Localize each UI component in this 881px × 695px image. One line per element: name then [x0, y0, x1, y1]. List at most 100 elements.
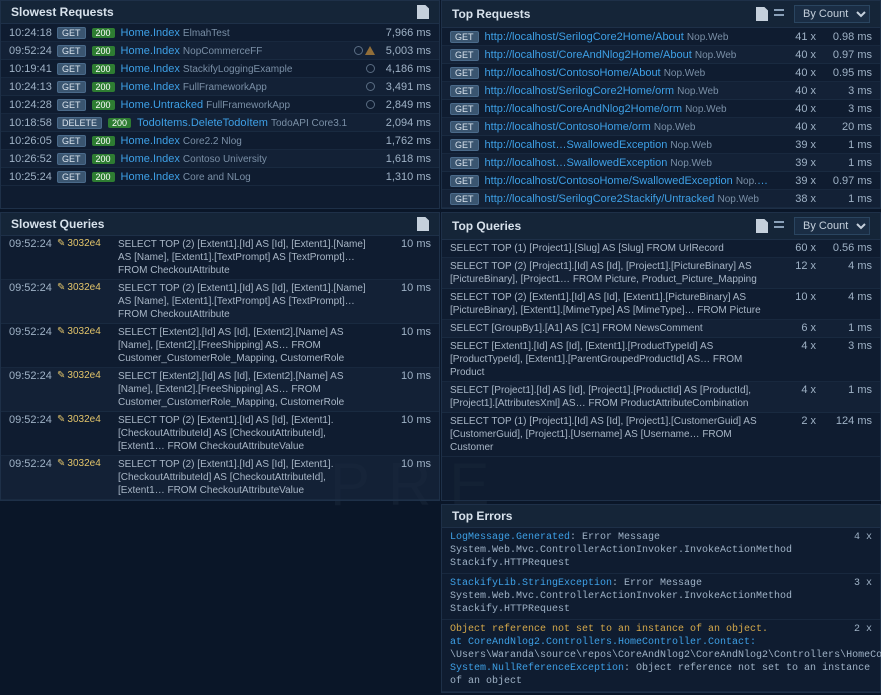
- error-row[interactable]: 4 xLogMessage.Generated: Error MessageSy…: [442, 528, 880, 574]
- error-row[interactable]: 2 xObject reference not set to an instan…: [442, 620, 880, 692]
- sort-select[interactable]: By Count: [794, 217, 870, 235]
- panel-top-errors: Top Errors 4 xLogMessage.Generated: Erro…: [441, 504, 881, 693]
- http-method-badge: DELETE: [57, 117, 102, 129]
- commit-hash[interactable]: 3032e4: [57, 326, 112, 337]
- request-row[interactable]: 10:24:18GET200Home.Index ElmahTest7,966 …: [1, 24, 439, 42]
- request-link[interactable]: http://localhost/ContosoHome/SwallowedEx…: [485, 175, 776, 187]
- error-text: : Error Message: [570, 532, 660, 543]
- request-link[interactable]: Home.Untracked FullFrameworkApp: [121, 99, 360, 111]
- duration-cell: 2,094 ms: [381, 117, 431, 129]
- request-row[interactable]: 10:25:24GET200Home.Index Core and NLog1,…: [1, 168, 439, 186]
- request-link[interactable]: TodoItems.DeleteTodoItem TodoAPI Core3.1: [137, 117, 369, 129]
- request-link[interactable]: http://localhost…SwallowedException Nop.…: [485, 157, 776, 169]
- sort-icon[interactable]: [774, 221, 788, 231]
- query-row[interactable]: 09:52:243032e4SELECT TOP (2) [Extent1].[…: [1, 412, 439, 456]
- commit-hash[interactable]: 3032e4: [57, 282, 112, 293]
- commit-hash[interactable]: 3032e4: [57, 238, 112, 249]
- query-row[interactable]: SELECT TOP (2) [Extent1].[Id] AS [Id], […: [442, 289, 880, 320]
- request-link[interactable]: http://localhost/CoreAndNlog2Home/orm No…: [485, 103, 776, 115]
- sort-icon[interactable]: [774, 9, 788, 19]
- cycle-icon: [366, 64, 375, 73]
- http-method-badge: GET: [450, 49, 479, 61]
- duration-cell: 10 ms: [381, 370, 431, 382]
- query-row[interactable]: SELECT [GroupBy1].[A1] AS [C1] FROM News…: [442, 320, 880, 338]
- request-link[interactable]: Home.Index Core and NLog: [121, 171, 369, 183]
- request-row[interactable]: 09:52:24GET200Home.Index NopCommerceFF5,…: [1, 42, 439, 60]
- error-text: Stackify.HTTPRequest: [450, 558, 570, 569]
- query-row[interactable]: 09:52:24 3032e4 SELECT [Extent2].[Id] AS […: [1, 324, 439, 368]
- request-row[interactable]: GEThttp://localhost/SerilogCore2Home/orm…: [442, 82, 880, 100]
- panel-title: Top Queries: [452, 219, 521, 233]
- request-link[interactable]: Home.Index StackifyLoggingExample: [121, 63, 360, 75]
- request-link[interactable]: http://localhost…SwallowedException Nop.…: [485, 139, 776, 151]
- request-link[interactable]: http://localhost/SerilogCore2Home/About …: [485, 31, 776, 43]
- request-link[interactable]: http://localhost/SerilogCore2Stackify/Un…: [485, 193, 776, 205]
- request-link[interactable]: Home.Index Contoso University: [121, 153, 369, 165]
- request-row[interactable]: GEThttp://localhost/ContosoHome/About No…: [442, 64, 880, 82]
- row-icons: [366, 82, 375, 91]
- request-row[interactable]: GEThttp://localhost/ContosoHome/orm Nop.…: [442, 118, 880, 136]
- request-link[interactable]: Home.Index ElmahTest: [121, 27, 369, 39]
- request-link[interactable]: http://localhost/ContosoHome/About Nop.W…: [485, 67, 776, 79]
- request-row[interactable]: GET http://localhost/CoreAndNlog2Home/Abo…: [442, 46, 880, 64]
- sort-select[interactable]: By Count: [794, 5, 870, 23]
- duration-cell: 7,966 ms: [381, 27, 431, 39]
- request-link[interactable]: Home.Index FullFrameworkApp: [121, 81, 360, 93]
- http-method-badge: GET: [57, 27, 86, 39]
- count-cell: 40 x: [782, 49, 816, 61]
- sql-text: SELECT TOP (2) [Project1].[Id] AS [Id], …: [450, 260, 776, 286]
- query-row[interactable]: SELECT TOP (1) [Project1].[Id] AS [Id], …: [442, 413, 880, 457]
- duration-cell: 10 ms: [381, 326, 431, 338]
- request-row[interactable]: 10:26:05GET200Home.Index Core2.2 Nlog1,7…: [1, 132, 439, 150]
- duration-cell: 0.56 ms: [822, 242, 872, 254]
- commit-hash[interactable]: 3032e4: [57, 414, 112, 425]
- query-row[interactable]: 09:52:243032e4SELECT TOP (2) [Extent1].[…: [1, 456, 439, 500]
- count-cell: 40 x: [782, 67, 816, 79]
- request-link[interactable]: Home.Index Core2.2 Nlog: [121, 135, 369, 147]
- request-row[interactable]: GEThttp://localhost/CoreAndNlog2Home/orm…: [442, 100, 880, 118]
- request-link[interactable]: Home.Index NopCommerceFF: [121, 45, 348, 57]
- request-link[interactable]: http://localhost/SerilogCore2Home/orm No…: [485, 85, 776, 97]
- query-row[interactable]: SELECT TOP (1) [Project1].[Slug] AS [Slu…: [442, 240, 880, 258]
- query-row[interactable]: SELECT [Project1].[Id] AS [Id], [Project…: [442, 382, 880, 413]
- document-icon[interactable]: [756, 7, 768, 21]
- query-row[interactable]: 09:52:243032e4SELECT TOP (2) [Extent1].[…: [1, 236, 439, 280]
- sql-text: SELECT TOP (2) [Extent1].[Id] AS [Id], […: [118, 238, 375, 277]
- error-text: : Error Message: [612, 578, 702, 589]
- duration-cell: 0.98 ms: [822, 31, 872, 43]
- query-row[interactable]: SELECT TOP (2) [Project1].[Id] AS [Id], …: [442, 258, 880, 289]
- commit-hash[interactable]: 3032e4: [57, 458, 112, 469]
- time-cell: 09:52:24: [9, 326, 51, 338]
- panel-title: Slowest Queries: [11, 217, 104, 231]
- request-row[interactable]: 10:26:52GET200Home.Index Contoso Univers…: [1, 150, 439, 168]
- duration-cell: 3 ms: [822, 103, 872, 115]
- count-cell: 40 x: [782, 103, 816, 115]
- query-row[interactable]: 09:52:243032e4SELECT [Extent2].[Id] AS […: [1, 368, 439, 412]
- request-row[interactable]: GEThttp://localhost/SerilogCore2Home/Abo…: [442, 28, 880, 46]
- row-icons: [354, 46, 375, 55]
- request-link[interactable]: http://localhost/ContosoHome/orm Nop.Web: [485, 121, 776, 133]
- request-row[interactable]: 10:18:58DELETE200TodoItems.DeleteTodoIte…: [1, 114, 439, 132]
- query-row[interactable]: SELECT [Extent1].[Id] AS [Id], [Extent1]…: [442, 338, 880, 382]
- request-row[interactable]: GEThttp://localhost/ContosoHome/Swallowe…: [442, 172, 880, 190]
- document-icon[interactable]: [417, 217, 429, 231]
- document-icon[interactable]: [417, 5, 429, 19]
- time-cell: 09:52:24: [9, 414, 51, 426]
- request-row[interactable]: GEThttp://localhost/SerilogCore2Stackify…: [442, 190, 880, 208]
- error-row[interactable]: 3 xStackifyLib.StringException: Error Me…: [442, 574, 880, 620]
- panel-top-requests: Top Requests By Count GEThttp://localhos…: [441, 0, 881, 209]
- request-link[interactable]: http://localhost/CoreAndNlog2Home/About …: [485, 49, 776, 61]
- request-row[interactable]: GEThttp://localhost…SwallowedException N…: [442, 136, 880, 154]
- commit-hash[interactable]: 3032e4: [57, 370, 112, 381]
- request-row[interactable]: 10:24:13GET200Home.Index FullFrameworkAp…: [1, 78, 439, 96]
- document-icon[interactable]: [756, 219, 768, 233]
- query-row[interactable]: 09:52:243032e4SELECT TOP (2) [Extent1].[…: [1, 280, 439, 324]
- error-text: Object reference not set to an instance …: [450, 624, 768, 635]
- status-badge: 200: [108, 118, 131, 128]
- sql-text: SELECT [Extent2].[Id] AS [Id], [Extent2]…: [118, 326, 375, 365]
- request-row[interactable]: GEThttp://localhost…SwallowedException N…: [442, 154, 880, 172]
- count-cell: 12 x: [782, 260, 816, 272]
- request-row[interactable]: 10:19:41GET200Home.Index StackifyLogging…: [1, 60, 439, 78]
- request-row[interactable]: 10:24:28GET200Home.Untracked FullFramewo…: [1, 96, 439, 114]
- error-text: System.Web.Mvc.ControllerActionInvoker.I…: [450, 591, 792, 602]
